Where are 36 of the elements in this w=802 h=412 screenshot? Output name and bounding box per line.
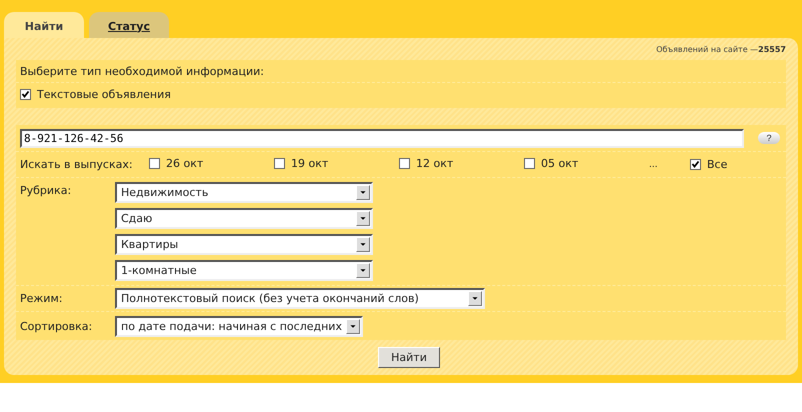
tab[interactable]: Найти bbox=[4, 12, 84, 38]
category-select[interactable]: 1-комнатные bbox=[115, 260, 373, 281]
issues-label: Искать в выпусках: bbox=[20, 158, 134, 171]
select-value: Полнотекстовый поиск (без учета окончаний слов) bbox=[120, 292, 420, 305]
checkbox-label: 26 окт bbox=[166, 157, 204, 170]
mode-label: Режим: bbox=[20, 292, 64, 305]
sort-select[interactable]: по дате подачи: начиная с последних bbox=[115, 316, 363, 336]
checkbox[interactable] bbox=[690, 159, 701, 170]
search-button[interactable]: Найти bbox=[378, 347, 440, 368]
rubric-label: Рубрика: bbox=[20, 184, 72, 197]
sort-label: Сортировка: bbox=[20, 320, 94, 332]
category-select[interactable]: Сдаю bbox=[115, 208, 373, 229]
category-select[interactable]: Квартиры bbox=[115, 234, 373, 255]
help-button[interactable]: ? bbox=[758, 132, 780, 144]
checkbox-label: Все bbox=[707, 158, 728, 171]
checkbox-label: Текстовые объявления bbox=[37, 88, 171, 101]
checkbox[interactable] bbox=[274, 158, 285, 169]
select-value: Квартиры bbox=[120, 238, 180, 251]
checkbox[interactable] bbox=[524, 158, 535, 169]
checkbox-label: 05 окт bbox=[541, 157, 578, 170]
category-select[interactable]: Недвижимость bbox=[115, 182, 373, 203]
section-prompt: Выберите тип необходимой информации: bbox=[20, 64, 264, 78]
checkbox-label: 19 окт bbox=[291, 157, 328, 170]
mode-select[interactable]: Полнотекстовый поиск (без учета окончаний слов) bbox=[115, 288, 485, 309]
select-value: Сдаю bbox=[120, 212, 154, 225]
checkbox[interactable] bbox=[20, 89, 31, 100]
search-field[interactable]: 8-921-126-42-56 bbox=[20, 128, 744, 148]
checkbox[interactable] bbox=[149, 158, 160, 169]
checkbox[interactable] bbox=[399, 158, 410, 169]
checkbox-label: 12 окт bbox=[416, 157, 454, 170]
ellipsis: ... bbox=[649, 160, 659, 170]
select-value: 1-комнатные bbox=[120, 264, 198, 277]
ads-counter: Объявлений на сайте —25557 bbox=[656, 44, 786, 56]
tab[interactable]: Статус bbox=[89, 12, 169, 38]
select-value: Недвижимость bbox=[120, 186, 210, 199]
select-value: по дате подачи: начиная с последних bbox=[120, 320, 343, 332]
